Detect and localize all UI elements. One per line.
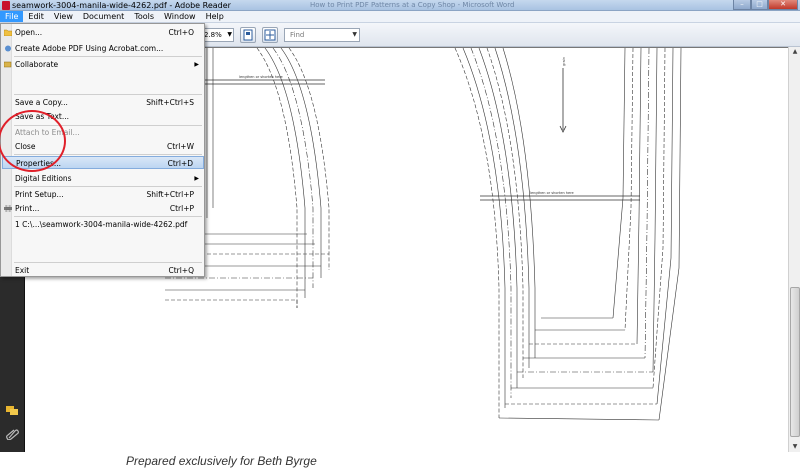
vertical-scrollbar[interactable]: ▲ ▼ xyxy=(788,47,800,452)
menu-item-create-pdf[interactable]: Create Adobe PDF Using Acrobat.com... xyxy=(2,42,204,55)
comments-icon[interactable] xyxy=(5,405,19,417)
acrobat-icon xyxy=(5,45,11,52)
menu-file[interactable]: File xyxy=(0,11,24,22)
menu-help[interactable]: Help xyxy=(201,11,229,22)
window-title: seamwork-3004-manila-wide-4262.pdf - Ado… xyxy=(12,1,231,10)
scroll-down-icon[interactable]: ▼ xyxy=(790,442,800,452)
fit-page-button[interactable] xyxy=(240,27,256,43)
menu-item-exit[interactable]: Exit Ctrl+Q xyxy=(2,264,204,277)
menu-item-digital-editions[interactable]: Digital Editions ▶ xyxy=(2,172,204,185)
find-input[interactable]: Find ▼ xyxy=(284,28,360,42)
printer-icon xyxy=(4,205,12,212)
collaborate-icon xyxy=(4,61,12,68)
menu-window[interactable]: Window xyxy=(159,11,201,22)
lengthen-shorten-label-left: lengthen or shorten here xyxy=(239,75,283,79)
maximize-button[interactable]: □ xyxy=(751,0,768,10)
zoom-value: 2.8% xyxy=(204,31,222,39)
grain-label: grain xyxy=(562,57,566,66)
menu-edit[interactable]: Edit xyxy=(23,11,49,22)
scroll-up-icon[interactable]: ▲ xyxy=(790,47,800,57)
menu-item-recent-file[interactable]: 1 C:\...\seamwork-3004-manila-wide-4262.… xyxy=(2,218,204,231)
scrollbar-thumb[interactable] xyxy=(790,287,800,437)
menu-item-print[interactable]: Print... Ctrl+P xyxy=(2,202,204,215)
prepared-for-caption: Prepared exclusively for Beth Byrge xyxy=(126,454,317,468)
zoom-select[interactable]: 2.8% ▼ xyxy=(200,28,234,42)
menu-item-collaborate[interactable]: Collaborate ▶ xyxy=(2,58,204,71)
folder-icon xyxy=(4,29,12,36)
fit-width-button[interactable] xyxy=(262,27,278,43)
close-window-button[interactable]: ✕ xyxy=(768,0,798,10)
annotation-circle xyxy=(0,110,66,172)
menu-item-print-setup[interactable]: Print Setup... Shift+Ctrl+P xyxy=(2,188,204,201)
background-window-title: How to Print PDF Patterns at a Copy Shop… xyxy=(310,1,515,9)
chevron-down-icon: ▼ xyxy=(352,31,357,38)
menu-view[interactable]: View xyxy=(49,11,78,22)
title-bar: seamwork-3004-manila-wide-4262.pdf - Ado… xyxy=(0,0,800,11)
menu-item-open[interactable]: Open... Ctrl+O xyxy=(2,26,204,39)
submenu-arrow-icon: ▶ xyxy=(194,61,199,68)
lengthen-shorten-label-right: lengthen or shorten here xyxy=(530,191,574,195)
menu-document[interactable]: Document xyxy=(78,11,129,22)
find-placeholder: Find xyxy=(290,31,305,39)
submenu-arrow-icon: ▶ xyxy=(194,175,199,182)
fit-width-icon xyxy=(264,29,276,41)
menu-tools[interactable]: Tools xyxy=(129,11,159,22)
attachments-icon[interactable] xyxy=(5,428,19,440)
fit-page-icon xyxy=(243,29,253,41)
minimize-button[interactable]: – xyxy=(733,0,751,10)
menu-bar: File Edit View Document Tools Window Hel… xyxy=(0,11,800,23)
adobe-reader-icon xyxy=(2,1,10,10)
chevron-down-icon: ▼ xyxy=(227,31,232,38)
menu-item-save-copy[interactable]: Save a Copy... Shift+Ctrl+S xyxy=(2,96,204,109)
